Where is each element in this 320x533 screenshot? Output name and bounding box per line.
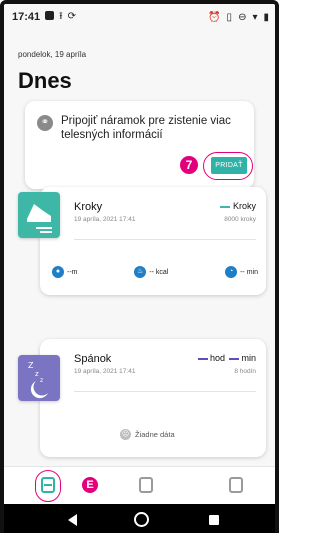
app-square-icon (45, 11, 55, 23)
sleep-value: hod min (197, 353, 256, 363)
sleep-hours-unit: hod (209, 353, 225, 363)
svg-text:z: z (35, 370, 39, 378)
sleep-goal: 8 hodín (234, 368, 256, 375)
alarm-icon: ⏰ (208, 11, 221, 23)
bottom-navigation: E (4, 466, 275, 504)
phone-frame: 17:41 ⭱ ⟳ ⏰ ▯ ⊖ ▾ ▮ pondelok, 19 apríla … (0, 0, 279, 533)
wifi-icon: ▾ (252, 11, 258, 23)
page-title: Dnes (18, 68, 72, 93)
connect-bracelet-text: Pripojiť náramok pre zistenie viac teles… (61, 115, 231, 141)
distance-metric: ● --m (52, 266, 78, 278)
back-icon[interactable] (68, 514, 77, 526)
home-icon[interactable] (134, 512, 149, 527)
status-right-icons: ⏰ ▯ ⊖ ▾ ▮ (208, 12, 269, 23)
battery-icon: ▮ (263, 11, 269, 23)
duration-value: -- min (240, 268, 258, 276)
sleep-progress-line (74, 391, 256, 392)
sync-icon: ⟳ (67, 11, 77, 22)
calories-icon: ♨ (134, 266, 147, 278)
calories-metric: ♨ -- kcal (134, 266, 168, 278)
steps-card[interactable]: Kroky 19 apríla, 2021 17:41 Kroky 8000 k… (40, 187, 266, 295)
annotation-badge-7: 7 (180, 156, 198, 174)
sleep-title: Spánok (74, 353, 112, 365)
steps-progress-line (74, 239, 256, 240)
watch-icon[interactable] (139, 477, 153, 493)
recent-apps-icon[interactable] (209, 515, 219, 525)
svg-text:Z: Z (28, 361, 34, 370)
status-bar: 17:41 ⭱ ⟳ ⏰ ▯ ⊖ ▾ ▮ (4, 4, 275, 30)
dnd-icon: ⊖ (238, 11, 247, 23)
annotation-badge-e: E (82, 477, 98, 493)
link-icon: ⚭ (37, 115, 53, 131)
distance-icon: ● (52, 266, 64, 278)
system-navigation-bar (4, 504, 275, 533)
sleep-card[interactable]: Spánok 19 apríla, 2021 17:41 hod min 8 h… (40, 339, 266, 457)
connect-bracelet-card: ⚭ Pripojiť náramok pre zistenie viac tel… (25, 101, 254, 189)
sleep-empty-state: ☹ Žiadne dáta (120, 429, 175, 440)
sleep-minutes-unit: min (241, 353, 256, 363)
upload-icon: ⭱ (59, 11, 63, 22)
vibrate-icon: ▯ (226, 11, 233, 23)
moon-icon: Z z z (18, 355, 60, 401)
svg-text:z: z (40, 377, 43, 384)
add-bracelet-button[interactable]: PRIDAŤ (211, 157, 247, 174)
steps-timestamp: 19 apríla, 2021 17:41 (74, 216, 136, 223)
calories-value: -- kcal (149, 268, 169, 276)
steps-title: Kroky (74, 201, 103, 213)
empty-face-icon: ☹ (120, 429, 131, 440)
distance-value: --m (67, 268, 78, 276)
steps-metrics: ● --m ♨ -- kcal ◔ -- min (52, 266, 258, 278)
steps-value: Kroky (219, 201, 256, 211)
current-date: pondelok, 19 apríla (18, 50, 87, 59)
steps-goal: 8000 kroky (224, 216, 256, 223)
profile-icon[interactable] (229, 477, 243, 493)
today-icon[interactable] (41, 477, 55, 493)
clock-icon: ◔ (225, 266, 238, 278)
sleep-timestamp: 19 apríla, 2021 17:41 (74, 368, 136, 375)
sleep-empty-text: Žiadne dáta (135, 430, 175, 439)
status-time: 17:41 (12, 11, 41, 23)
duration-metric: ◔ -- min (225, 266, 258, 278)
shoe-icon (18, 192, 60, 238)
steps-value-label: Kroky (232, 201, 256, 211)
